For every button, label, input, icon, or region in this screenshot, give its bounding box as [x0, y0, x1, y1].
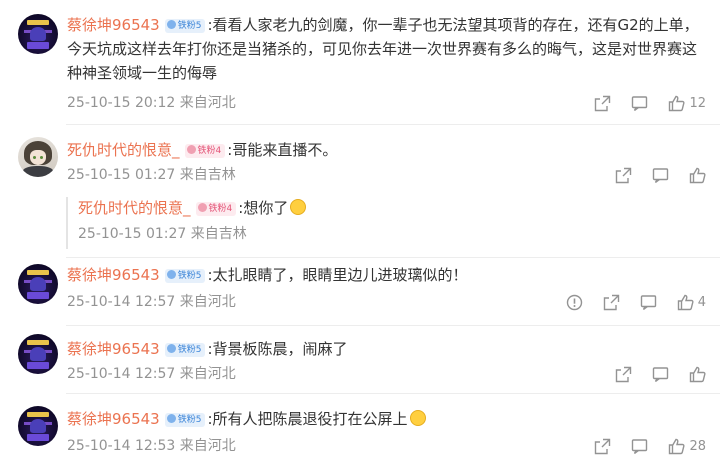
fan-badge-icon [197, 203, 207, 212]
like-button[interactable]: 28 [668, 438, 706, 455]
comment-text-line: 蔡徐坤96543 铁粉5:太扎眼睛了，眼睛里边儿进玻璃似的！ [67, 266, 468, 284]
reply-indicator [66, 197, 68, 249]
location: 来自河北 [179, 438, 236, 454]
comment-text-line: 种神圣领域一生的侮辱 [67, 64, 218, 82]
comment-item: 死仇时代的恨意_ 铁粉4:哥能来直播不。 25-10-15 01:27 来自吉林 … [0, 125, 720, 258]
fan-badge[interactable]: 铁粉5 [164, 19, 206, 33]
username[interactable]: 蔡徐坤96543 [67, 340, 160, 358]
comment-text: 看看人家老九的剑魔，你一辈子也无法望其项背的存在，还有G2的上单， [212, 16, 699, 34]
comment-actions: 28 [594, 436, 706, 456]
reply-text-line: 死仇时代的恨意_ 铁粉4:想你了 [78, 197, 307, 219]
thumbs-up-icon [669, 95, 685, 111]
like-count: 12 [689, 95, 706, 111]
location: 来自河北 [179, 366, 236, 382]
fan-badge-icon [166, 20, 176, 29]
avatar[interactable] [18, 14, 58, 54]
fan-badge-icon [166, 270, 176, 279]
location: 来自吉林 [179, 167, 236, 183]
timestamp: 25-10-15 01:27 [78, 226, 187, 242]
comment-item: 蔡徐坤96543 铁粉5:背景板陈晨，闹麻了 25-10-14 12:57 来自河… [0, 326, 720, 394]
comment-actions: 12 [594, 93, 706, 113]
fan-badge[interactable]: 铁粉5 [164, 343, 206, 357]
location: 来自河北 [179, 294, 236, 310]
comment-text-line: 蔡徐坤96543 铁粉5:背景板陈晨，闹麻了 [67, 340, 348, 358]
comment-icon[interactable] [631, 95, 648, 112]
comment-icon[interactable] [640, 294, 657, 311]
comment-actions: 4 [566, 292, 706, 312]
share-icon[interactable] [594, 438, 611, 455]
thumbs-up-icon [689, 366, 706, 382]
fan-badge[interactable]: 铁粉4 [184, 144, 226, 158]
share-icon[interactable] [603, 294, 620, 311]
share-icon[interactable] [615, 167, 632, 184]
comment-actions [615, 165, 706, 185]
fan-badge-icon [186, 145, 196, 154]
username[interactable]: 蔡徐坤96543 [67, 410, 160, 428]
username[interactable]: 死仇时代的恨意_ [78, 199, 191, 217]
location: 来自河北 [179, 95, 236, 111]
comment-text-line: 今天坑成这样去年打你还是当猪杀的，可见你去年进一次世界赛有多么的晦气，这是对世界… [67, 40, 698, 58]
fan-badge-icon [166, 414, 176, 423]
avatar[interactable] [18, 334, 58, 374]
timestamp: 25-10-14 12:53 [67, 438, 176, 454]
comment-icon[interactable] [652, 366, 669, 383]
timestamp: 25-10-14 12:57 [67, 366, 176, 382]
comment-text-line: 蔡徐坤96543 铁粉5:看看人家老九的剑魔，你一辈子也无法望其项背的存在，还有G… [67, 16, 699, 34]
thumbs-up-icon [689, 167, 706, 183]
like-count: 28 [689, 438, 706, 454]
shocked-face-emoji-icon [409, 410, 426, 426]
reply-text: 想你了 [243, 199, 289, 217]
comment-meta: 25-10-14 12:57 来自河北 [67, 364, 236, 384]
timestamp: 25-10-15 01:27 [67, 167, 176, 183]
like-button[interactable]: 4 [677, 294, 706, 311]
comment-item: 蔡徐坤96543 铁粉5:所有人把陈晨退役打在公屏上 25-10-14 12:53… [0, 394, 720, 465]
like-count: 4 [697, 294, 706, 310]
comment-icon[interactable] [652, 167, 669, 184]
share-icon[interactable] [594, 95, 611, 112]
like-button[interactable]: 12 [668, 95, 706, 112]
like-button[interactable] [689, 366, 706, 383]
avatar[interactable] [18, 137, 58, 177]
thumbs-up-icon [669, 438, 685, 454]
comment-actions [615, 364, 706, 384]
username[interactable]: 蔡徐坤96543 [67, 16, 160, 34]
comment-meta: 25-10-14 12:57 来自河北 [67, 292, 236, 312]
fan-badge[interactable]: 铁粉4 [195, 202, 237, 216]
comment-icon[interactable] [631, 438, 648, 455]
comment-meta: 25-10-15 20:12 来自河北 [67, 93, 236, 113]
username[interactable]: 蔡徐坤96543 [67, 266, 160, 284]
like-button[interactable] [689, 167, 706, 184]
share-icon[interactable] [615, 366, 632, 383]
avatar[interactable] [18, 406, 58, 446]
comment-text-line: 蔡徐坤96543 铁粉5:所有人把陈晨退役打在公屏上 [67, 408, 426, 430]
reply-meta: 25-10-15 01:27 来自吉林 [78, 224, 247, 244]
comment-meta: 25-10-14 12:53 来自河北 [67, 436, 236, 456]
fan-badge[interactable]: 铁粉5 [164, 269, 206, 283]
comment-meta: 25-10-15 01:27 来自吉林 [67, 165, 236, 185]
comment-text: 背景板陈晨，闹麻了 [212, 340, 348, 358]
heart-eyes-emoji-icon [290, 199, 307, 215]
avatar[interactable] [18, 264, 58, 304]
username[interactable]: 死仇时代的恨意_ [67, 141, 180, 159]
comment-text-line: 死仇时代的恨意_ 铁粉4:哥能来直播不。 [67, 141, 338, 159]
location: 来自吉林 [190, 226, 247, 242]
thumbs-up-icon [677, 294, 694, 310]
timestamp: 25-10-14 12:57 [67, 294, 176, 310]
comment-item: 蔡徐坤96543 铁粉5:太扎眼睛了，眼睛里边儿进玻璃似的！ 25-10-14 1… [0, 258, 720, 326]
comment-text: 所有人把陈晨退役打在公屏上 [212, 410, 408, 428]
comment-item: 蔡徐坤96543 铁粉5:看看人家老九的剑魔，你一辈子也无法望其项背的存在，还有G… [0, 0, 720, 125]
fan-badge-icon [166, 344, 176, 353]
timestamp: 25-10-15 20:12 [67, 95, 176, 111]
comment-text: 哥能来直播不。 [232, 141, 338, 159]
comment-text: 太扎眼睛了，眼睛里边儿进玻璃似的！ [212, 266, 468, 284]
report-icon[interactable] [566, 294, 583, 311]
fan-badge[interactable]: 铁粉5 [164, 413, 206, 427]
